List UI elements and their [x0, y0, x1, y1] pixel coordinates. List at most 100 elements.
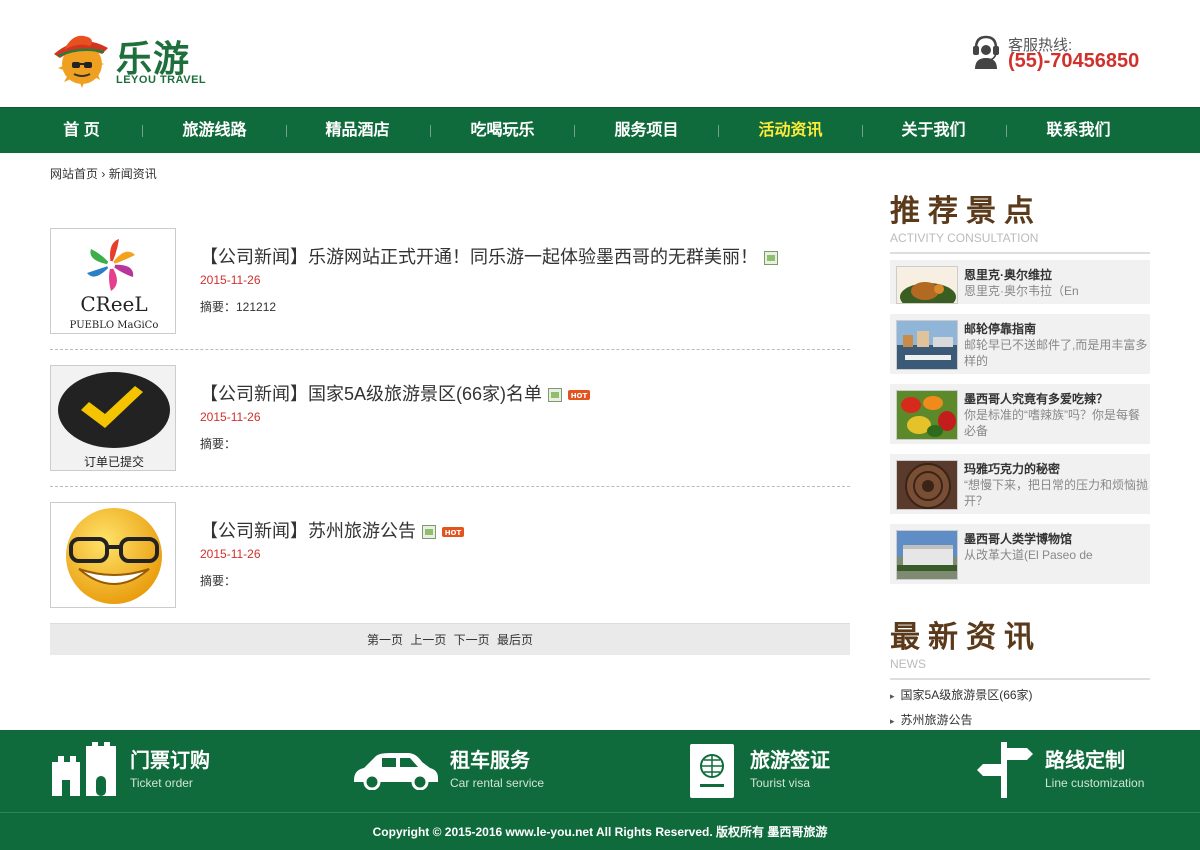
passport-icon	[690, 744, 734, 798]
image-icon	[764, 251, 778, 266]
spot-desc: 邮轮早已不送邮件了,而是用丰富多样的	[964, 338, 1148, 368]
nav-item-food-fun[interactable]: 吃喝玩乐	[431, 108, 574, 154]
news-thumbnail[interactable]	[50, 502, 176, 608]
nav-item-travel-routes[interactable]: 旅游线路	[143, 108, 286, 154]
news-thumbnail[interactable]: 订单已提交	[50, 365, 176, 471]
breadcrumb: 网站首页 › 新闻资讯	[50, 165, 157, 182]
food-dish-icon	[897, 267, 957, 303]
news-title-text: 【公司新闻】乐游网站正式开通！同乐游一起体验墨西哥的无群美丽！	[200, 247, 758, 267]
spot-thumbnail	[896, 530, 958, 580]
svg-text:PUEBLO MaGiCo: PUEBLO MaGiCo	[70, 320, 159, 331]
castle-icon	[52, 742, 116, 796]
latest-news-link[interactable]: 苏州旅游公告	[901, 713, 973, 727]
service-title: 租车服务	[450, 750, 530, 772]
spot-name: 恩里克·奥尔维拉	[964, 268, 1052, 282]
headset-support-icon	[973, 35, 999, 69]
spot-thumbnail	[896, 320, 958, 370]
news-summary: 摘要：	[200, 437, 237, 451]
news-date: 2015-11-26	[200, 273, 261, 287]
pager-first[interactable]: 第一页	[367, 633, 403, 647]
news-title[interactable]: 【公司新闻】国家5A级旅游景区(66家)名单 HOT	[200, 380, 591, 406]
nav-divider	[142, 125, 143, 137]
spot-item[interactable]: 恩里克·奥尔维拉 恩里克·奥尔韦拉（En	[890, 260, 1150, 304]
car-icon	[354, 753, 438, 790]
pager-prev[interactable]: 上一页	[410, 633, 446, 647]
latest-news-subtitle: NEWS	[890, 657, 926, 671]
creel-logo-icon: CReeL PUEBLO MaGiCo	[70, 239, 159, 331]
spot-thumbnail	[896, 390, 958, 440]
news-title[interactable]: 【公司新闻】乐游网站正式开通！同乐游一起体验墨西哥的无群美丽！	[200, 243, 778, 269]
spot-item[interactable]: 墨西哥人究竟有多爱吃辣？ 你是标准的“嗜辣族”吗？你是每餐必备	[890, 384, 1150, 444]
image-icon	[422, 525, 436, 540]
spot-item[interactable]: 墨西哥人类学博物馆 从改革大道(El Paseo de	[890, 524, 1150, 584]
service-subtitle: Line customization	[1045, 776, 1145, 790]
service-title: 门票订购	[130, 750, 210, 772]
spot-item[interactable]: 邮轮停靠指南 邮轮早已不送邮件了,而是用丰富多样的	[890, 314, 1150, 374]
latest-news-underline	[890, 678, 1150, 680]
svg-text:HOT: HOT	[445, 529, 462, 537]
nav-item-hotels[interactable]: 精品酒店	[286, 108, 429, 154]
spot-item[interactable]: 玛雅巧克力的秘密 “想慢下来，把日常的压力和烦恼抛开？	[890, 454, 1150, 514]
news-title[interactable]: 【公司新闻】苏州旅游公告 HOT	[200, 517, 464, 543]
nav-item-contact[interactable]: 联系我们	[1007, 108, 1150, 154]
smiley-glasses-icon	[66, 508, 162, 604]
spot-thumbnail	[896, 266, 958, 304]
nav-divider	[862, 125, 863, 137]
nav-divider	[1006, 125, 1007, 137]
order-submitted-check-icon: 订单已提交	[51, 366, 175, 470]
nav-item-services[interactable]: 服务项目	[575, 108, 718, 154]
spot-desc: 从改革大道(El Paseo de	[964, 548, 1093, 562]
recommend-underline	[890, 252, 1150, 254]
latest-news-title: 最新资讯	[890, 621, 1042, 654]
pager-last[interactable]: 最后页	[497, 633, 533, 647]
chili-peppers-icon	[897, 391, 957, 439]
spot-desc: “想慢下来，把日常的压力和烦恼抛开？	[964, 478, 1148, 508]
breadcrumb-home-link[interactable]: 网站首页	[50, 167, 98, 181]
museum-building-icon	[897, 531, 957, 579]
breadcrumb-current[interactable]: 新闻资讯	[109, 167, 157, 181]
service-subtitle: Tourist visa	[750, 776, 811, 790]
signpost-icon	[977, 742, 1033, 798]
recommend-subtitle: ACTIVITY CONSULTATION	[890, 231, 1039, 245]
breadcrumb-separator: ›	[101, 167, 106, 181]
service-title: 路线定制	[1045, 750, 1125, 772]
news-title-text: 【公司新闻】苏州旅游公告	[200, 521, 416, 541]
maya-stone-calendar-icon	[897, 461, 957, 509]
news-divider	[50, 486, 850, 487]
pagination: 第一页 上一页 下一页 最后页	[50, 623, 850, 655]
service-title: 旅游签证	[750, 750, 830, 772]
nav-divider	[430, 125, 431, 137]
customer-hotline: 客服热线: (55)-70456850	[972, 34, 1162, 74]
service-car-rental[interactable]: 租车服务 Car rental service	[350, 730, 650, 812]
sombrero-sun-logo-icon	[54, 35, 108, 88]
image-icon	[548, 388, 563, 403]
nav-divider	[718, 125, 719, 137]
pager-next[interactable]: 下一页	[454, 633, 490, 647]
copyright-bar: Copyright © 2015-2016 www.le-you.net All…	[0, 812, 1200, 850]
news-item: 【公司新闻】苏州旅游公告 HOT 2015-11-26 摘要：	[50, 502, 850, 639]
hot-badge-icon: HOT	[568, 390, 591, 401]
bullet-arrow-icon: ▸	[890, 691, 895, 701]
news-divider	[50, 349, 850, 350]
nav-item-home[interactable]: 首 页	[10, 108, 153, 154]
latest-news-link[interactable]: 国家5A级旅游景区(66家)	[901, 688, 1033, 702]
news-thumbnail[interactable]: CReeL PUEBLO MaGiCo	[50, 228, 176, 334]
spot-name: 邮轮停靠指南	[964, 322, 1037, 336]
service-line-customization[interactable]: 路线定制 Line customization	[975, 730, 1200, 812]
latest-news-item[interactable]: ▸ 国家5A级旅游景区(66家)	[890, 686, 1033, 703]
latest-news-item[interactable]: ▸ 苏州旅游公告	[890, 711, 973, 728]
bullet-arrow-icon: ▸	[890, 716, 895, 726]
nav-divider	[286, 125, 287, 137]
nav-item-news[interactable]: 活动资讯	[719, 108, 862, 154]
news-item: CReeL PUEBLO MaGiCo 【公司新闻】乐游网站正式开通！同乐游一起…	[50, 228, 850, 365]
service-ticket-order[interactable]: 门票订购 Ticket order	[50, 730, 350, 812]
service-tourist-visa[interactable]: 旅游签证 Tourist visa	[690, 730, 990, 812]
spot-name: 墨西哥人类学博物馆	[964, 532, 1073, 546]
nav-item-about[interactable]: 关于我们	[862, 108, 1005, 154]
site-logo[interactable]: 乐游 LEYOU TRAVEL	[50, 28, 210, 90]
service-subtitle: Car rental service	[450, 776, 545, 790]
news-date: 2015-11-26	[200, 547, 261, 561]
spot-desc: 你是标准的“嗜辣族”吗？你是每餐必备	[964, 408, 1140, 438]
hotline-number[interactable]: (55)-70456850	[1008, 50, 1139, 73]
svg-text:订单已提交: 订单已提交	[84, 454, 144, 469]
